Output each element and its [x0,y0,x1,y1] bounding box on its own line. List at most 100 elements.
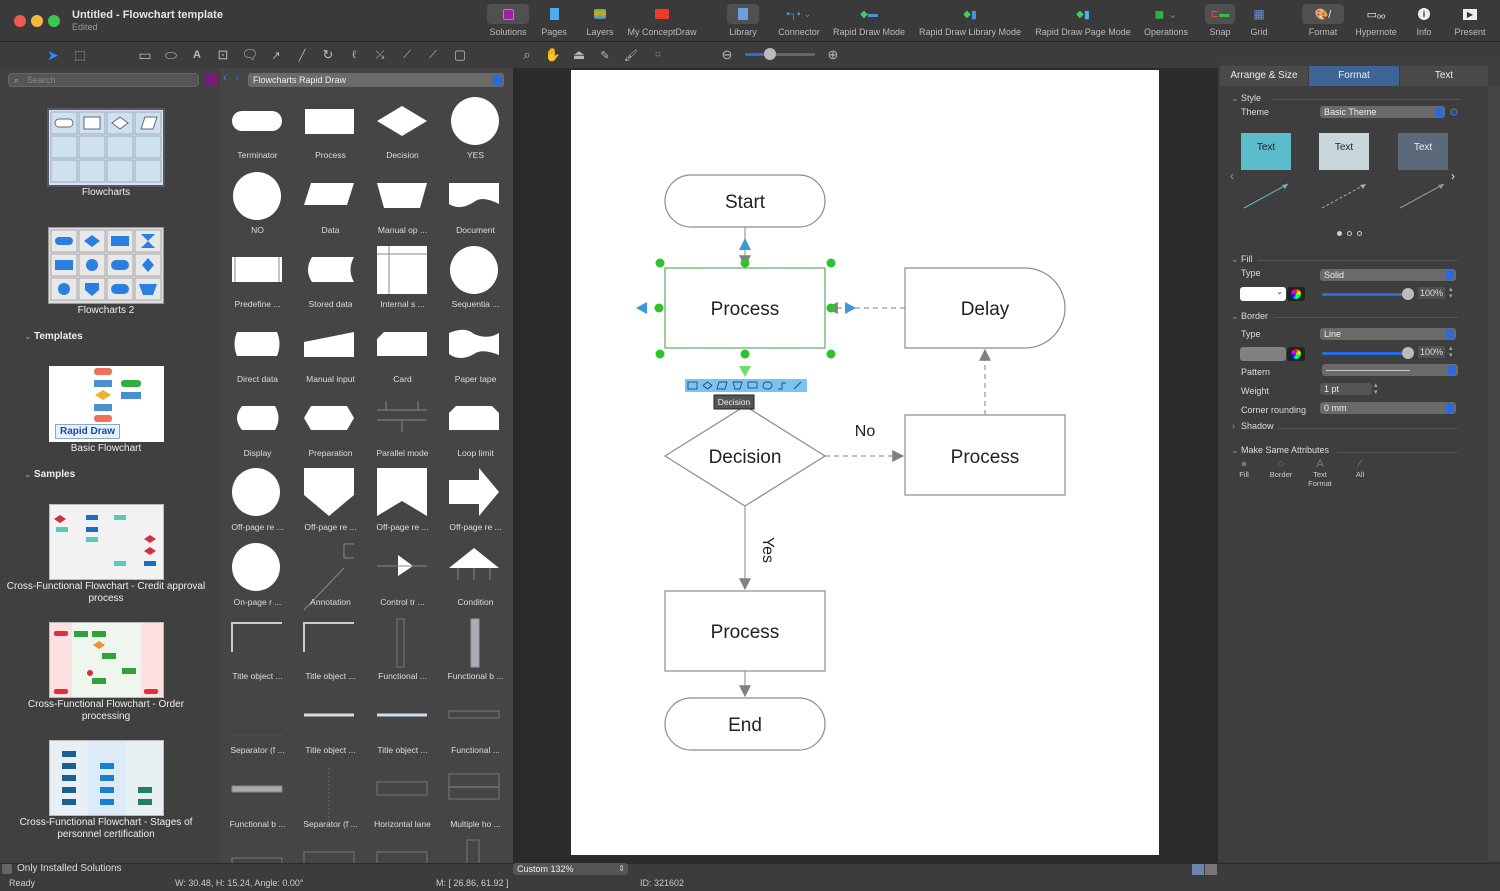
arrow-tool-icon[interactable]: ↗ [268,47,284,63]
back-icon[interactable]: ‹ [223,72,227,84]
tab-arrange-size[interactable]: Arrange & Size [1220,66,1308,86]
sample-order-processing-thumb[interactable] [49,622,164,698]
make-same-fill-button[interactable]: ● Fill [1232,458,1256,479]
stepper-icon[interactable]: ▴ ▾ [1374,382,1378,396]
shape-internal-storage[interactable]: Internal s ... [366,299,439,309]
toolbar-rapid-draw-page-mode[interactable]: ◆ ▮ Rapid Draw Page Mode [1032,4,1134,38]
border-opacity-slider[interactable] [1322,352,1408,355]
right-panel-scrollbar[interactable] [1488,86,1500,861]
shape-manual-input[interactable]: Manual input [294,374,367,384]
fill-color-well[interactable]: ⌄ [1240,287,1286,301]
shape-title-object-4[interactable]: Title object ... [366,745,439,755]
zoom-window-button[interactable] [48,15,60,27]
theme-select[interactable]: Basic Theme [1320,106,1445,118]
toolbar-my-conceptdraw[interactable]: My ConceptDraw [623,4,701,37]
stepper-icon[interactable]: ▴ ▾ [1449,286,1453,300]
toolbar-format[interactable]: 🎨/Format [1300,4,1346,37]
container-tool-icon[interactable]: ▢ [452,47,468,63]
zoom-out-icon[interactable]: ⊖ [719,47,735,63]
shape-predefined[interactable]: Predefine ... [221,299,294,309]
only-installed-label[interactable]: Only Installed Solutions [17,863,122,874]
toolbar-rapid-draw-mode[interactable]: ◆ ▬ Rapid Draw Mode [830,4,908,38]
shape-parallel-mode[interactable]: Parallel mode [366,448,439,458]
bezier-tool-icon[interactable]: ⤯ [372,47,388,63]
tab-text[interactable]: Text [1400,66,1488,86]
chevron-down-icon[interactable]: ⌄ [24,331,32,342]
shape-on-page-ref[interactable]: On-page r ... [221,597,294,607]
toolbar-info[interactable]: i Info [1408,4,1440,37]
search-input[interactable]: ⌕ Search [8,73,199,87]
toolbar-connector[interactable]: ▪┐▪ ⌄ Connector [775,4,823,38]
shape-paper-tape[interactable]: Paper tape [439,374,512,384]
shape-card[interactable]: Card [366,374,439,384]
shape-sequential[interactable]: Sequentia ... [439,299,512,309]
shape-yes[interactable]: YES [439,150,512,160]
chevron-down-icon[interactable]: ⌄ [1231,311,1239,322]
style-preview-2[interactable]: Text [1319,133,1369,170]
shape-stored-data[interactable]: Stored data [294,299,367,309]
solution-badge-icon[interactable] [205,73,217,86]
select-tool-icon[interactable]: ➤ [45,47,61,63]
chevron-down-icon[interactable]: ⌄ [1231,254,1239,265]
shape-loop-limit[interactable]: Loop limit [439,448,512,458]
page-dot[interactable] [1347,231,1352,236]
border-opacity-knob[interactable] [1402,347,1414,359]
style-preview-1[interactable]: Text [1241,133,1291,170]
toolbar-operations[interactable]: ◼ ⌄ Operations [1140,4,1192,37]
shape-functional-band-1[interactable]: Functional b ... [439,671,512,681]
style-preview-3[interactable]: Text [1398,133,1448,170]
chevron-down-icon[interactable]: ⌄ [1231,445,1239,456]
toolbar-grid[interactable]: ▦ Grid [1243,4,1275,37]
toolbar-rapid-draw-library-mode[interactable]: ◆ ▮ Rapid Draw Library Mode [915,4,1025,38]
shape-off-page-ref-4[interactable]: Off-page re ... [439,522,512,532]
zoom-slider[interactable] [745,48,815,60]
make-same-text-format-button[interactable]: A Text Format [1304,458,1336,488]
shape-functional-2[interactable]: Functional ... [439,745,512,755]
chevron-down-icon[interactable]: ⌄ [24,469,32,480]
library-select[interactable]: Flowcharts Rapid Draw [248,73,504,87]
make-same-border-button[interactable]: ○ Border [1266,458,1296,479]
color-picker-icon[interactable] [1287,347,1305,361]
weight-input[interactable]: 1 pt [1320,383,1372,395]
shape-document[interactable]: Document [439,225,512,235]
border-type-select[interactable]: Line [1320,328,1456,340]
zoom-level-select[interactable]: Custom 132% ⇕ [513,863,628,875]
corner-rounding-select[interactable]: 0 mm [1320,402,1456,414]
shape-functional-1[interactable]: Functional ... [366,671,439,681]
library-flowcharts-thumb[interactable] [47,108,165,187]
only-installed-checkbox[interactable] [2,864,12,874]
fill-opacity-value[interactable]: 100% [1418,287,1446,299]
border-color-well[interactable] [1240,347,1286,361]
fill-opacity-slider[interactable] [1322,293,1408,296]
shape-off-page-ref-3[interactable]: Off-page re ... [366,522,439,532]
samples-header[interactable]: Samples [34,469,75,480]
stamp-tool-icon[interactable]: ⏏ [571,47,587,63]
arc-tool-icon[interactable]: ↻ [320,47,336,63]
shape-functional-band-2[interactable]: Functional b ... [221,819,294,829]
shape-title-object-3[interactable]: Title object ... [294,745,367,755]
sample-personnel-certification-thumb[interactable] [49,740,164,816]
shape-manual-operation[interactable]: Manual op ... [366,225,439,235]
shape-process[interactable]: Process [294,150,367,160]
toolbar-layers[interactable]: Layers [580,4,620,37]
template-basic-flowchart-thumb[interactable]: Rapid Draw [49,366,164,442]
minimize-window-button[interactable] [31,15,43,27]
shape-separator-2[interactable]: Separator (f ... [294,819,367,829]
rectangle-tool-icon[interactable]: ▭ [137,47,153,63]
shape-horizontal-lane[interactable]: Horizontal lane [366,819,439,829]
text-box-tool-icon[interactable]: ⬚ [72,47,88,63]
forward-icon[interactable]: › [235,72,239,84]
shape-preparation[interactable]: Preparation [294,448,367,458]
toolbar-solutions[interactable]: Solutions [484,4,532,37]
eyedropper-tool-icon[interactable]: ✎ [597,47,613,63]
shape-annotation[interactable]: Annotation [294,597,367,607]
gear-icon[interactable]: ⚙ [1449,106,1459,119]
callout-tool-icon[interactable]: 🗨 [242,47,259,63]
text-tool-icon[interactable]: A [189,47,205,63]
library-flowcharts2-thumb[interactable] [48,227,164,304]
shape-data[interactable]: Data [294,225,367,235]
toolbar-hypernote[interactable]: ▭ₒₒ Hypernote [1350,4,1402,38]
fit-page-icon[interactable] [1192,864,1204,875]
tab-format[interactable]: Format [1309,66,1399,86]
rapid-draw-shape-picker[interactable] [685,379,807,392]
